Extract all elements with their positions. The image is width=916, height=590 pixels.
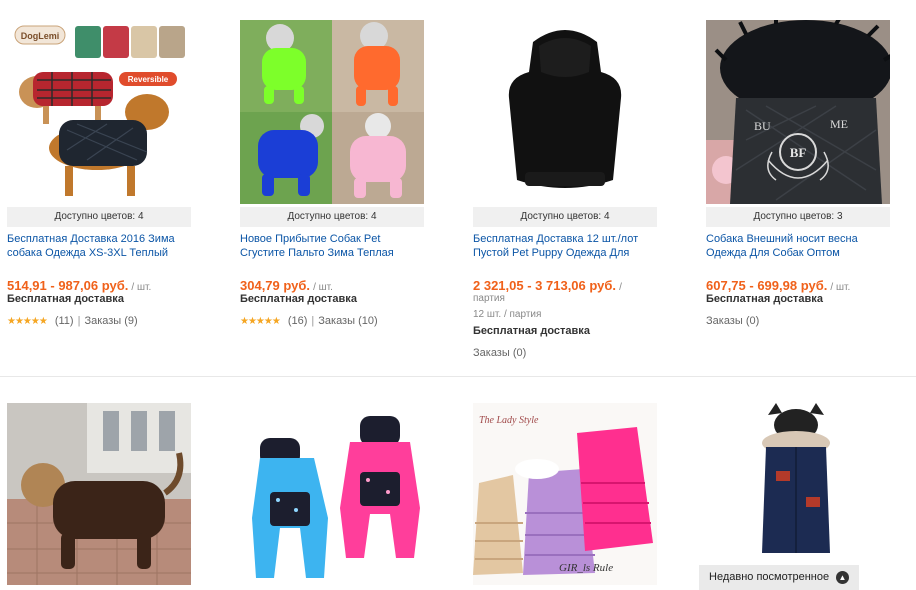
- rating-stars-icon: ★★★★★: [7, 316, 48, 327]
- available-colors: Доступно цветов: 4: [240, 207, 424, 227]
- product-image-2[interactable]: [240, 20, 424, 204]
- price-unit: / шт.: [131, 282, 152, 293]
- free-shipping-label: Бесплатная доставка: [7, 293, 124, 305]
- free-shipping-label: Бесплатная доставка: [473, 325, 590, 337]
- product-image-4[interactable]: BU ME BF: [706, 20, 890, 204]
- brand-logo-text: DogLemi: [21, 31, 60, 41]
- jacket-text-left: BU: [754, 119, 771, 133]
- product-image-6[interactable]: [240, 408, 424, 582]
- product-image-5[interactable]: [7, 403, 191, 585]
- orders-count: Заказы (0): [473, 347, 527, 359]
- recently-viewed-button[interactable]: Недавно посмотренное ▲: [699, 565, 859, 590]
- rating-count[interactable]: (16): [288, 315, 308, 327]
- product-price: 2 321,05 - 3 713,06 руб.: [473, 278, 617, 293]
- product-image-7[interactable]: The Lady Style GIR_ls Rule: [473, 403, 657, 585]
- separator: |: [77, 315, 81, 327]
- free-shipping-label: Бесплатная доставка: [240, 293, 357, 305]
- price-unit: / шт.: [830, 282, 851, 293]
- row-divider: [0, 376, 916, 377]
- product-image-3[interactable]: [473, 20, 657, 204]
- product-image-8[interactable]: [706, 403, 890, 565]
- product-price: 607,75 - 699,98 руб.: [706, 278, 828, 293]
- rating-count[interactable]: (11): [55, 315, 74, 327]
- free-shipping-label: Бесплатная доставка: [706, 293, 823, 305]
- rating-row: ★★★★★ (16) | Заказы (10): [240, 315, 378, 327]
- jacket-emblem: BF: [790, 145, 807, 160]
- product-image-1[interactable]: DogLemi Reversible: [7, 20, 191, 204]
- available-colors: Доступно цветов: 4: [473, 207, 657, 227]
- available-colors: Доступно цветов: 3: [706, 207, 890, 227]
- image-caption-bottom: GIR_ls Rule: [559, 562, 613, 574]
- product-title-link[interactable]: Бесплатная Доставка 2016 Зима собака Оде…: [7, 232, 191, 260]
- chevron-up-icon: ▲: [836, 571, 849, 584]
- price-unit: / шт.: [313, 282, 333, 293]
- reversible-badge: Reversible: [128, 75, 169, 84]
- orders-count: Заказы (9): [84, 315, 138, 327]
- rating-row: ★★★★★ (11) | Заказы (9): [7, 315, 138, 327]
- rating-stars-icon: ★★★★★: [240, 316, 281, 327]
- product-price: 514,91 - 987,06 руб.: [7, 278, 129, 293]
- orders-count: Заказы (0): [706, 315, 760, 327]
- jacket-text-right: ME: [830, 117, 848, 131]
- lot-info: 12 шт. / партия: [473, 309, 542, 320]
- available-colors: Доступно цветов: 4: [7, 207, 191, 227]
- product-price: 304,79 руб.: [240, 278, 311, 293]
- price-unit: /: [619, 282, 622, 293]
- image-caption-top: The Lady Style: [479, 415, 539, 426]
- price-unit-lot: партия: [473, 293, 505, 304]
- separator: |: [311, 315, 315, 327]
- product-title-link[interactable]: Бесплатная Доставка 12 шт./лот Пустой Pe…: [473, 232, 657, 260]
- recently-viewed-label: Недавно посмотренное: [709, 571, 830, 583]
- product-title-link[interactable]: Новое Прибытие Собак Pet Сгустите Пальто…: [240, 232, 424, 260]
- product-title-link[interactable]: Собака Внешний носит весна Одежда Для Со…: [706, 232, 890, 260]
- orders-count: Заказы (10): [318, 315, 378, 327]
